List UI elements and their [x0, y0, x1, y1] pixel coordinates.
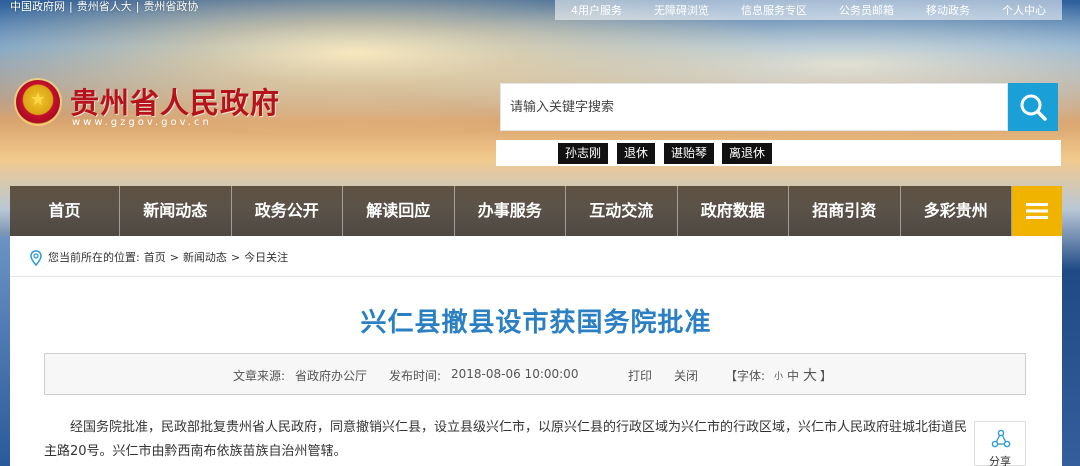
utility-link-civil-mail[interactable]: 公务员邮箱 — [839, 2, 894, 18]
hot-keyword-tag[interactable]: 谌贻琴 — [664, 143, 715, 164]
nav-item-interpretation[interactable]: 解读回应 — [343, 186, 455, 236]
search-button[interactable] — [1008, 83, 1058, 131]
nav-item-home[interactable]: 首页 — [10, 186, 120, 236]
separator: | — [135, 0, 140, 13]
utility-link-user-service[interactable]: 4用户服务 — [571, 2, 622, 18]
article-title: 兴仁县撤县设市获国务院批准 — [360, 308, 712, 338]
utility-link-mobile[interactable]: 移动政务 — [926, 2, 970, 18]
share-label: 分享 — [989, 455, 1011, 466]
font-size-medium[interactable]: 中 — [787, 367, 799, 384]
site-title[interactable]: 贵州省人民政府 — [70, 80, 280, 122]
breadcrumb-separator: > — [169, 251, 179, 264]
hot-keyword-tag[interactable]: 孙志刚 — [558, 143, 609, 164]
share-button[interactable]: 分享 — [974, 421, 1026, 466]
search-icon — [1020, 94, 1047, 121]
font-size-label: 【字体: — [725, 369, 766, 383]
source-value: 省政府办公厅 — [295, 369, 368, 383]
menu-icon — [1026, 203, 1048, 219]
link-china-gov[interactable]: 中国政府网 — [10, 0, 65, 13]
main-nav: 首页 新闻动态 政务公开 解读回应 办事服务 互动交流 政府数据 招商引资 多彩… — [10, 186, 1062, 236]
nav-item-investment[interactable]: 招商引资 — [789, 186, 901, 236]
breadcrumb-today-focus[interactable]: 今日关注 — [244, 250, 288, 266]
nav-more-button[interactable] — [1012, 186, 1062, 236]
link-provincial-npc[interactable]: 贵州省人大 — [77, 0, 132, 13]
site-domain: www.gzgov.gov.cn — [72, 117, 212, 128]
utility-link-info-service[interactable]: 信息服务专区 — [741, 2, 807, 18]
location-pin-icon — [30, 250, 42, 266]
source-label: 文章来源: — [233, 369, 286, 383]
nav-item-interaction[interactable]: 互动交流 — [566, 186, 678, 236]
breadcrumb: 您当前所在的位置: 首页 > 新闻动态 > 今日关注 — [30, 250, 288, 266]
print-link[interactable]: 打印 — [628, 367, 652, 384]
content-panel: 您当前所在的位置: 首页 > 新闻动态 > 今日关注 兴仁县撤县设市获国务院批准… — [10, 236, 1062, 466]
nav-item-colorful-guizhou[interactable]: 多彩贵州 — [901, 186, 1012, 236]
top-links-left: 中国政府网 | 贵州省人大 | 贵州省政协 — [10, 0, 198, 14]
article-meta: 文章来源: 省政府办公厅 发布时间: 2018-08-06 10:00:00 打… — [44, 353, 1026, 395]
utility-link-personal-center[interactable]: 个人中心 — [1002, 2, 1046, 18]
hot-keyword-tag[interactable]: 离退休 — [722, 143, 773, 164]
nav-item-news[interactable]: 新闻动态 — [120, 186, 232, 236]
link-provincial-cppcc[interactable]: 贵州省政协 — [143, 0, 198, 13]
share-icon — [991, 429, 1011, 448]
breadcrumb-news[interactable]: 新闻动态 — [183, 250, 227, 266]
national-emblem-icon[interactable] — [16, 80, 60, 124]
breadcrumb-separator: > — [230, 251, 241, 264]
close-link[interactable]: 关闭 — [674, 367, 698, 384]
utility-bar: 4用户服务 无障碍浏览 信息服务专区 公务员邮箱 移动政务 个人中心 — [555, 0, 1062, 20]
publish-time-value: 2018-08-06 10:00:00 — [451, 367, 579, 381]
font-size-large[interactable]: 大 — [803, 365, 817, 385]
nav-item-open-government[interactable]: 政务公开 — [232, 186, 343, 236]
background-edge — [0, 236, 10, 466]
font-size-end: 】 — [820, 369, 833, 383]
utility-link-accessibility[interactable]: 无障碍浏览 — [654, 2, 709, 18]
nav-item-services[interactable]: 办事服务 — [455, 186, 566, 236]
search-box — [500, 83, 1008, 131]
breadcrumb-prefix: 您当前所在的位置: — [48, 251, 140, 264]
breadcrumb-home[interactable]: 首页 — [144, 250, 166, 266]
font-size-small[interactable]: 小 — [774, 369, 783, 382]
search-input[interactable] — [501, 84, 1007, 130]
divider — [10, 276, 1062, 277]
separator: | — [69, 0, 73, 13]
publish-time-label: 发布时间: — [389, 369, 442, 383]
hot-keyword-tag[interactable]: 退休 — [617, 143, 656, 164]
article-body: 经国务院批准，民政部批复贵州省人民政府，同意撤销兴仁县，设立县级兴仁市，以原兴仁… — [44, 420, 968, 459]
nav-item-government-data[interactable]: 政府数据 — [678, 186, 789, 236]
